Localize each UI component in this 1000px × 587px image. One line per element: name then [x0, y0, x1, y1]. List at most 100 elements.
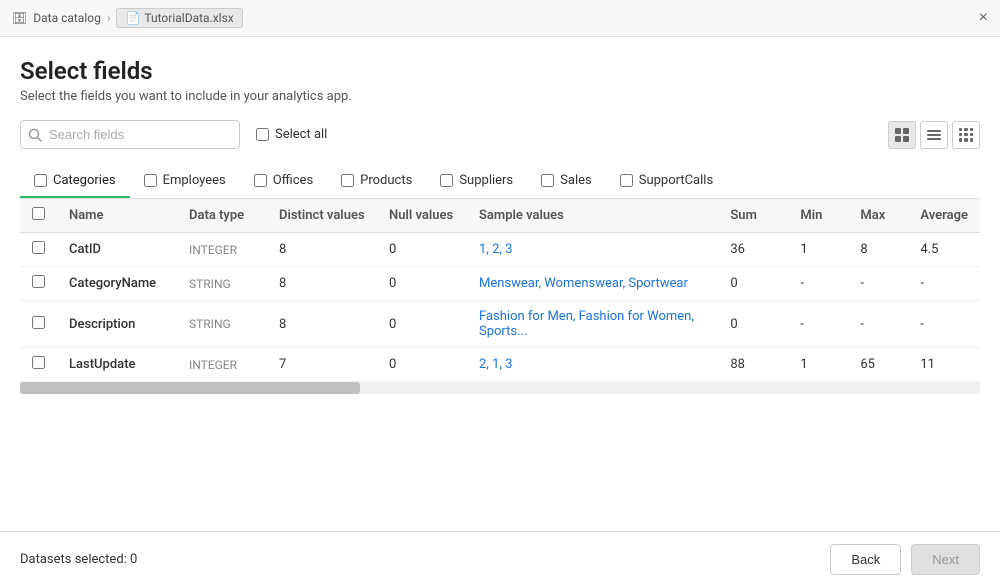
grid3-icon — [959, 128, 973, 142]
cell-sample[interactable]: Fashion for Men, Fashion for Women, Spor… — [467, 301, 718, 348]
select-all-label[interactable]: Select all — [256, 127, 327, 142]
cell-name-categoryname: CategoryName — [57, 267, 177, 301]
tab-offices[interactable]: Offices — [240, 165, 327, 198]
breadcrumb-catalog: Data catalog — [33, 11, 101, 25]
row-checkbox-categoryname[interactable] — [32, 275, 45, 288]
cell-min: - — [788, 267, 848, 301]
cell-type: INTEGER — [177, 233, 267, 267]
cell-null: 0 — [377, 233, 467, 267]
tab-checkbox-suppliers[interactable] — [440, 174, 453, 187]
cell-min: - — [788, 301, 848, 348]
row-checkbox-lastupdate[interactable] — [32, 356, 45, 369]
grid3-view-button[interactable] — [952, 121, 980, 149]
horizontal-scrollbar[interactable] — [20, 382, 980, 394]
cell-max: 65 — [848, 348, 908, 382]
table-row: CatIDINTEGER801, 2, 336184.5 — [20, 233, 980, 267]
cell-sum: 0 — [718, 267, 788, 301]
cell-type: INTEGER — [177, 348, 267, 382]
table-row: CategoryNameSTRING80Menswear, Womenswear… — [20, 267, 980, 301]
grid2-icon — [895, 128, 909, 142]
table-row: DescriptionSTRING8 0Fashion for Men, Fash… — [20, 301, 980, 348]
cell-distinct: 7 — [267, 348, 377, 382]
table-tabs: Categories EmployeesOffices Products Suppli… — [20, 165, 980, 199]
cell-sum: 36 — [718, 233, 788, 267]
cell-null: 0 — [377, 267, 467, 301]
cell-type: STRING — [177, 301, 267, 348]
catalog-icon: 🗄 — [12, 11, 27, 25]
cell-sample[interactable]: 2, 1, 3 — [467, 348, 718, 382]
cell-null: 0 — [377, 348, 467, 382]
datasets-selected-status: Datasets selected: 0 — [20, 552, 137, 567]
tab-label-suppliers: Suppliers — [459, 173, 513, 188]
select-all-checkbox[interactable] — [256, 128, 269, 141]
cell-average: - — [908, 267, 980, 301]
tab-label-products: Products — [360, 173, 412, 188]
cell-name-description: Description — [57, 301, 177, 348]
tab-sales[interactable]: Sales — [527, 165, 606, 198]
main-content: Select fields Select the fields you want… — [0, 37, 1000, 394]
col-header-distinct: Distinct values — [267, 199, 377, 233]
tab-suppliers[interactable]: Suppliers — [426, 165, 527, 198]
table-select-all-checkbox[interactable] — [32, 207, 45, 220]
cell-sample[interactable]: 1, 2, 3 — [467, 233, 718, 267]
col-header-min: Min — [788, 199, 848, 233]
col-header-sum: Sum — [718, 199, 788, 233]
view-icons — [888, 121, 980, 149]
cell-average: 4.5 — [908, 233, 980, 267]
tab-label-categories: Categories — [53, 173, 116, 188]
tab-checkbox-products[interactable] — [341, 174, 354, 187]
tab-checkbox-categories[interactable] — [34, 174, 47, 187]
cell-min: 1 — [788, 348, 848, 382]
cell-sum: 88 — [718, 348, 788, 382]
search-row: Select all — [20, 120, 980, 149]
search-row-left: Select all — [20, 120, 327, 149]
tab-categories[interactable]: Categories — [20, 165, 130, 198]
cell-distinct: 8 — [267, 233, 377, 267]
tab-employees[interactable]: Employees — [130, 165, 240, 198]
close-button[interactable]: × — [979, 10, 988, 26]
cell-distinct: 8 — [267, 301, 377, 348]
cell-average: - — [908, 301, 980, 348]
data-table: Name Data type Distinct values Null valu… — [20, 199, 980, 382]
page-subtitle: Select the fields you want to include in… — [20, 89, 980, 104]
file-icon: 📄 — [125, 11, 140, 25]
cell-max: - — [848, 301, 908, 348]
next-button[interactable]: Next — [911, 544, 980, 575]
breadcrumb-file[interactable]: 📄 TutorialData.xlsx — [116, 8, 242, 28]
table-header: Name Data type Distinct values Null valu… — [20, 199, 980, 233]
col-header-type: Data type — [177, 199, 267, 233]
col-header-avg: Average — [908, 199, 980, 233]
tab-supportcalls[interactable]: SupportCalls — [606, 165, 727, 198]
row-checkbox-catid[interactable] — [32, 241, 45, 254]
tab-label-supportcalls: SupportCalls — [639, 173, 713, 188]
cell-sample[interactable]: Menswear, Womenswear, Sportwear — [467, 267, 718, 301]
cell-sum: 0 — [718, 301, 788, 348]
data-table-wrapper[interactable]: Name Data type Distinct values Null valu… — [20, 199, 980, 382]
grid2-view-button[interactable] — [888, 121, 916, 149]
cell-type: STRING — [177, 267, 267, 301]
tab-checkbox-supportcalls[interactable] — [620, 174, 633, 187]
cell-min: 1 — [788, 233, 848, 267]
tab-checkbox-employees[interactable] — [144, 174, 157, 187]
col-header-max: Max — [848, 199, 908, 233]
tab-checkbox-sales[interactable] — [541, 174, 554, 187]
scrollbar-thumb[interactable] — [20, 382, 360, 394]
title-bar: 🗄 Data catalog › 📄 TutorialData.xlsx × — [0, 0, 1000, 37]
tab-label-sales: Sales — [560, 173, 592, 188]
col-header-name: Name — [57, 199, 177, 233]
cell-name-catid: CatID — [57, 233, 177, 267]
tab-checkbox-offices[interactable] — [254, 174, 267, 187]
table-row: LastUpdateINTEGER702, 1, 38816511 — [20, 348, 980, 382]
list-view-button[interactable] — [920, 121, 948, 149]
search-input[interactable] — [20, 120, 240, 149]
search-input-wrapper — [20, 120, 240, 149]
tab-products[interactable]: Products — [327, 165, 426, 198]
breadcrumb-separator: › — [107, 11, 111, 25]
cell-name-lastupdate: LastUpdate — [57, 348, 177, 382]
select-all-col-header — [20, 199, 57, 233]
breadcrumb: 🗄 Data catalog › 📄 TutorialData.xlsx — [12, 8, 243, 28]
list-icon — [927, 128, 941, 142]
back-button[interactable]: Back — [830, 544, 901, 575]
row-checkbox-description[interactable] — [32, 316, 45, 329]
cell-average: 11 — [908, 348, 980, 382]
